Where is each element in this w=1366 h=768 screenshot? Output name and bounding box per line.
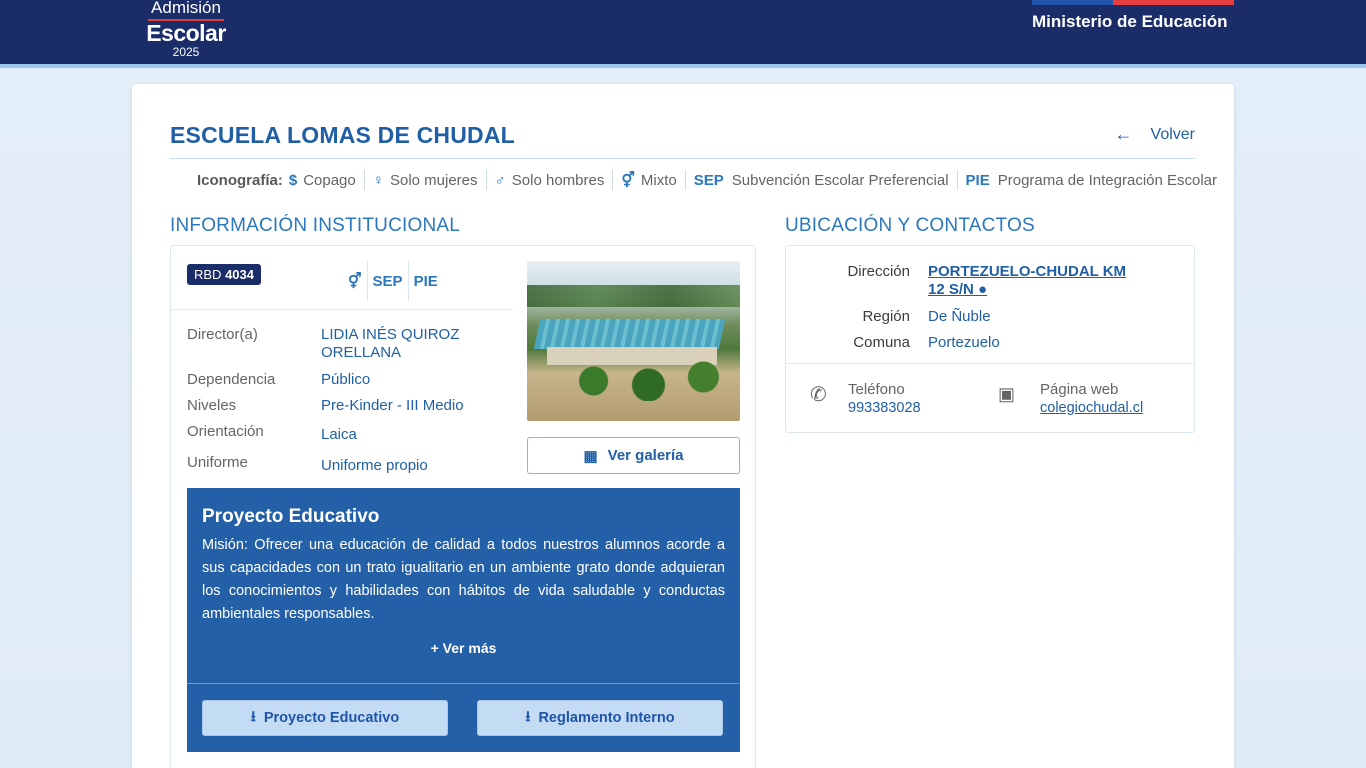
legend-sep: Subvención Escolar Preferencial bbox=[731, 171, 949, 189]
address-link[interactable]: PORTEZUELO-CHUDAL KM 12 S/N ● bbox=[928, 263, 1138, 299]
info-value: Laica bbox=[321, 426, 357, 443]
pie-tag: PIE bbox=[965, 171, 990, 189]
logo-line1: Admisión bbox=[151, 0, 221, 17]
project-title: Proyecto Educativo bbox=[202, 506, 380, 527]
educational-project-panel: Proyecto Educativo Misión: Ofrecer una e… bbox=[187, 488, 740, 752]
ministry-logo[interactable]: Ministerio de Educación bbox=[1032, 0, 1234, 40]
mixed-icon: ⚥ bbox=[621, 172, 635, 189]
project-mission-text: Misión: Ofrecer una educación de calidad… bbox=[202, 537, 725, 622]
arrow-left-icon: ← bbox=[1114, 124, 1133, 144]
top-bar: Admisión Escolar 2025 Ministerio de Educ… bbox=[0, 0, 1366, 64]
download-regulation-label: Reglamento Interno bbox=[538, 710, 675, 726]
back-label: Volver bbox=[1150, 125, 1195, 143]
address-label: Dirección bbox=[847, 263, 910, 280]
legend-copago: Copago bbox=[303, 171, 356, 189]
download-icon: ⭳ bbox=[250, 708, 256, 725]
gallery-icon: ▦ bbox=[583, 447, 598, 465]
web-label: Página web bbox=[1040, 381, 1119, 398]
commune-value: Portezuelo bbox=[928, 334, 1000, 351]
see-more-link[interactable]: + Ver más bbox=[187, 640, 740, 656]
region-label: Región bbox=[862, 308, 910, 325]
info-value: Uniforme propio bbox=[321, 457, 428, 474]
pie-badge: PIE bbox=[407, 261, 443, 301]
gallery-label: Ver galería bbox=[607, 447, 684, 464]
legend-solo-mujeres: Solo mujeres bbox=[389, 171, 478, 189]
commune-label: Comuna bbox=[853, 334, 910, 351]
info-value: Pre-Kinder - III Medio bbox=[321, 397, 464, 414]
title-divider bbox=[170, 158, 1195, 159]
top-bar-accent-line bbox=[0, 64, 1366, 68]
info-key: Orientación bbox=[187, 423, 264, 440]
iconography-legend: Iconografía: $ Copago ♀ Solo mujeres ♂ S… bbox=[197, 170, 1217, 190]
website-link[interactable]: colegiochudal.cl bbox=[1040, 400, 1143, 416]
info-key: Niveles bbox=[187, 397, 237, 414]
phone-icon: ✆ bbox=[810, 384, 827, 406]
logo-year: 2025 bbox=[172, 45, 200, 59]
gallery-button[interactable]: ▦ Ver galería bbox=[527, 437, 740, 474]
rbd-value: 4034 bbox=[225, 267, 254, 282]
flag-stripe bbox=[1032, 0, 1234, 5]
legend-solo-hombres: Solo hombres bbox=[511, 171, 605, 189]
legend-mixto: Mixto bbox=[640, 171, 677, 189]
institutional-info-panel: RBD 4034 ⚥ SEP PIE Director(a) LIDIA INÉ… bbox=[170, 245, 756, 768]
map-pin-icon: ● bbox=[978, 281, 988, 298]
phone-value[interactable]: 993383028 bbox=[848, 400, 921, 416]
info-value: LIDIA INÉS QUIROZ ORELLANA bbox=[321, 326, 460, 361]
admision-escolar-logo[interactable]: Admisión Escolar 2025 bbox=[146, 0, 226, 60]
male-icon: ♂ bbox=[494, 171, 506, 189]
back-button[interactable]: ← Volver bbox=[1115, 124, 1195, 145]
school-photo bbox=[527, 261, 740, 421]
sep-badge: SEP bbox=[366, 261, 408, 301]
school-badges: ⚥ SEP PIE bbox=[343, 261, 443, 301]
iconography-label: Iconografía: bbox=[197, 171, 283, 189]
download-regulation-button[interactable]: ⭳ Reglamento Interno bbox=[477, 700, 723, 736]
legend-pie: Programa de Integración Escolar bbox=[997, 171, 1218, 189]
school-name: ESCUELA LOMAS DE CHUDAL bbox=[170, 122, 515, 148]
info-key: Director(a) bbox=[187, 326, 258, 343]
region-value: De Ñuble bbox=[928, 308, 991, 325]
mixed-icon: ⚥ bbox=[348, 273, 362, 290]
school-card: ESCUELA LOMAS DE CHUDAL ← Volver Iconogr… bbox=[132, 84, 1234, 768]
info-key: Dependencia bbox=[187, 371, 276, 388]
phone-label: Teléfono bbox=[848, 381, 905, 398]
location-contact-panel: Dirección PORTEZUELO-CHUDAL KM 12 S/N ● … bbox=[785, 245, 1195, 433]
download-icon: ⭳ bbox=[525, 708, 531, 725]
rbd-badge: RBD 4034 bbox=[187, 264, 261, 285]
rbd-label: RBD bbox=[194, 267, 222, 282]
dollar-icon: $ bbox=[288, 171, 298, 189]
female-icon: ♀ bbox=[372, 171, 384, 189]
download-project-button[interactable]: ⭳ Proyecto Educativo bbox=[202, 700, 448, 736]
laptop-icon: ▣ bbox=[998, 384, 1016, 404]
ministry-name: Ministerio de Educación bbox=[1032, 12, 1228, 31]
sep-tag: SEP bbox=[693, 171, 724, 189]
location-heading: UBICACIÓN Y CONTACTOS bbox=[785, 215, 1035, 236]
institutional-heading: INFORMACIÓN INSTITUCIONAL bbox=[170, 215, 461, 236]
logo-line2: Escolar bbox=[146, 20, 226, 46]
download-project-label: Proyecto Educativo bbox=[263, 710, 400, 726]
info-key: Uniforme bbox=[187, 454, 248, 471]
info-value: Público bbox=[321, 371, 371, 388]
